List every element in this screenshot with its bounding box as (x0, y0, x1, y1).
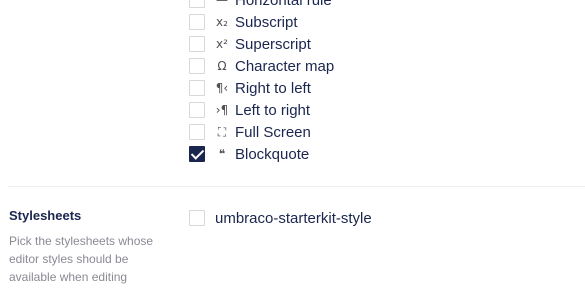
option-superscript[interactable]: x² Superscript (189, 33, 585, 55)
stylesheets-description: Pick the stylesheets whose editor styles… (9, 234, 154, 284)
subscript-icon: x₂ (216, 15, 228, 29)
checkbox[interactable] (189, 80, 205, 96)
option-blockquote[interactable]: ❝ Blockquote (189, 143, 585, 165)
rtl-icon: ¶‹ (215, 81, 229, 95)
section-divider (8, 186, 585, 187)
option-label: Right to left (235, 79, 311, 97)
option-left-to-right[interactable]: ›¶ Left to right (189, 99, 585, 121)
option-right-to-left[interactable]: ¶‹ Right to left (189, 77, 585, 99)
checkbox[interactable] (189, 36, 205, 52)
checkbox[interactable] (189, 210, 205, 226)
omega-icon: Ω (217, 59, 227, 73)
checkbox[interactable] (189, 102, 205, 118)
checkbox[interactable] (189, 0, 205, 8)
option-label: Horizontal rule (235, 0, 332, 9)
option-character-map[interactable]: Ω Character map (189, 55, 585, 77)
stylesheet-option[interactable]: umbraco-starterkit-style (189, 207, 372, 229)
option-label: Superscript (235, 35, 311, 53)
option-horizontal-rule[interactable]: — Horizontal rule (189, 0, 585, 11)
checkbox[interactable] (189, 14, 205, 30)
stylesheets-label: Stylesheets (9, 208, 82, 223)
option-label: Left to right (235, 101, 311, 119)
stylesheet-label: umbraco-starterkit-style (215, 209, 372, 227)
checkbox[interactable] (189, 124, 205, 140)
superscript-icon: x² (216, 37, 228, 51)
fullscreen-icon: ⛶ (217, 124, 227, 139)
horizontal-rule-icon: — (216, 0, 228, 7)
option-label: Blockquote (235, 145, 310, 163)
option-label: Subscript (235, 13, 298, 31)
toolbar-options-list: — Horizontal rule x₂ Subscript x² Supers… (189, 0, 585, 165)
checkbox[interactable] (189, 58, 205, 74)
option-subscript[interactable]: x₂ Subscript (189, 11, 585, 33)
quote-icon: ❝ (218, 147, 226, 161)
option-label: Character map (235, 57, 335, 75)
ltr-icon: ›¶ (215, 103, 229, 117)
checkbox-checked[interactable] (189, 146, 205, 162)
option-label: Full Screen (235, 123, 311, 141)
option-full-screen[interactable]: ⛶ Full Screen (189, 121, 585, 143)
